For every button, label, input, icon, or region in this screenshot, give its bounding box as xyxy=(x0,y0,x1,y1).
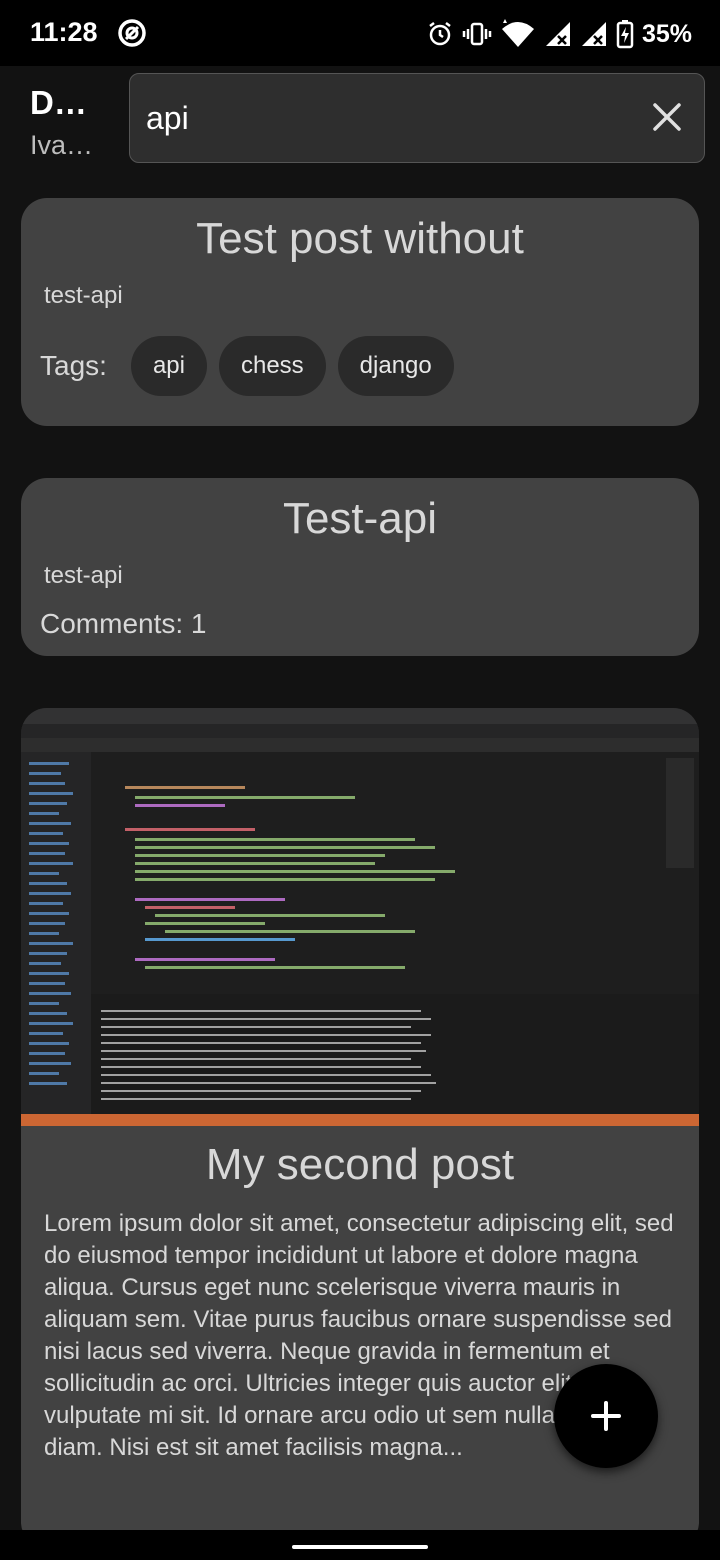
alarm-icon xyxy=(429,22,451,46)
post-card[interactable]: Test-api test-api Comments: 1 xyxy=(21,478,699,656)
home-gesture-handle[interactable] xyxy=(292,1545,428,1549)
post-slug: test-api xyxy=(44,562,123,589)
status-bar: 11:28 35% xyxy=(0,0,720,66)
app-notification-icon xyxy=(118,19,146,47)
app-subtitle: Iva… xyxy=(30,130,94,160)
status-icons: 35% xyxy=(426,14,692,54)
tag-chip[interactable]: chess xyxy=(218,336,326,396)
post-title: Test post without xyxy=(196,214,524,263)
navigation-bar xyxy=(0,1530,720,1560)
signal-icon-2 xyxy=(581,22,606,46)
vibrate-icon xyxy=(462,22,492,46)
post-title: My second post xyxy=(205,1140,515,1189)
post-title: Test-api xyxy=(282,494,438,543)
tags-row: Tags: api chess django xyxy=(40,336,454,396)
post-slug: test-api xyxy=(44,282,123,309)
search-value[interactable]: api xyxy=(146,100,189,137)
app-title: D… xyxy=(30,84,87,121)
close-icon[interactable] xyxy=(650,100,684,134)
battery-charging-icon xyxy=(616,20,634,49)
app-bar: D… Iva… api xyxy=(0,66,720,178)
tag-chip[interactable]: django xyxy=(337,336,454,396)
add-post-button[interactable] xyxy=(554,1364,658,1468)
search-input[interactable]: api xyxy=(129,73,705,163)
code-editor-screenshot xyxy=(21,708,699,1126)
tag-chip[interactable]: api xyxy=(130,336,207,396)
post-card[interactable]: Test post without test-api Tags: api che… xyxy=(21,198,699,426)
battery-percent: 35% xyxy=(641,19,692,48)
plus-icon xyxy=(591,1401,621,1431)
status-time: 11:28 xyxy=(30,17,98,47)
wifi-icon xyxy=(501,19,534,47)
post-image xyxy=(21,708,699,1126)
tags-label: Tags: xyxy=(40,350,107,381)
signal-icon-1 xyxy=(545,22,570,46)
comments-count: Comments: 1 xyxy=(40,608,207,639)
